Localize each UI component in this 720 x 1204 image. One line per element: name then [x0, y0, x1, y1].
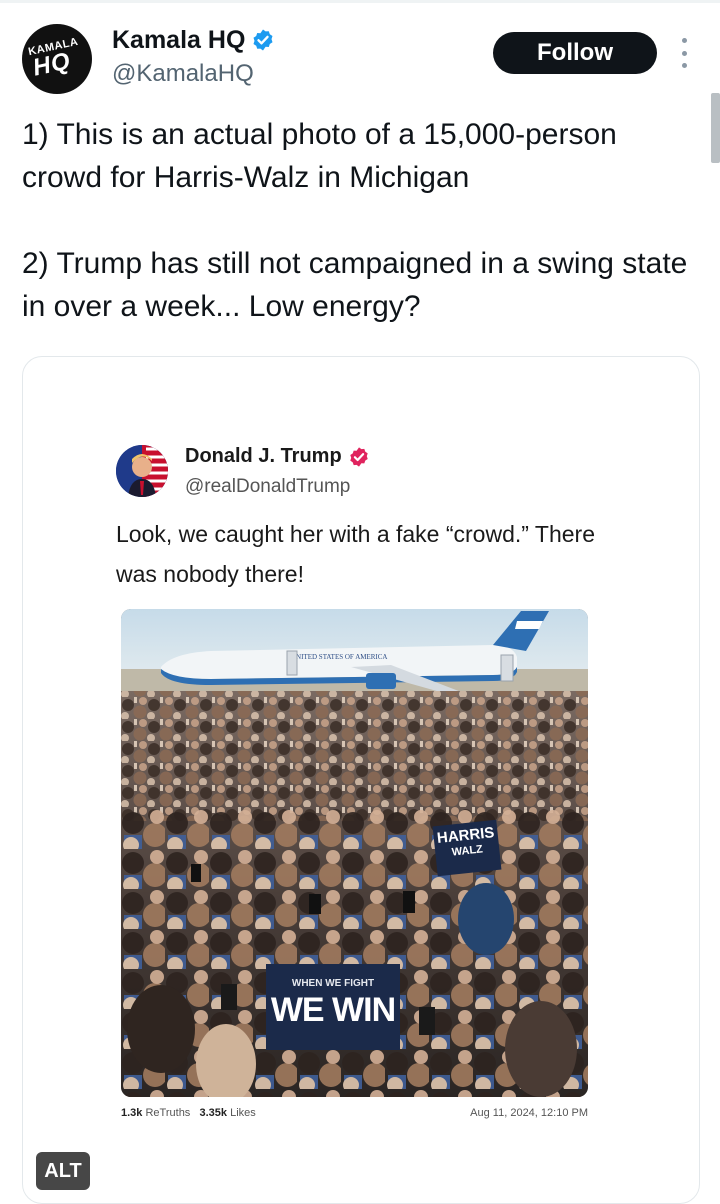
likes-label: Likes — [230, 1107, 256, 1119]
embedded-author-name-row: Donald J. Trump — [185, 445, 370, 468]
tweet-text: 1) This is an actual photo of a 15,000-p… — [22, 113, 702, 328]
more-options-icon[interactable] — [677, 38, 691, 68]
embedded-author-handle: @realDonaldTrump — [185, 476, 351, 497]
author-handle[interactable]: @KamalaHQ — [112, 60, 254, 88]
harris-walz-sign: HARRIS WALZ — [432, 819, 502, 877]
tweet-paragraph-2: 2) Trump has still not campaigned in a s… — [22, 247, 688, 323]
sign-we-win: WE WIN — [270, 991, 396, 1029]
author-avatar[interactable]: KAMALA HQ — [22, 24, 92, 94]
embedded-author-name: Donald J. Trump — [185, 445, 342, 467]
embedded-post-timestamp: Aug 11, 2024, 12:10 PM — [470, 1107, 588, 1119]
portrait-icon — [116, 445, 168, 497]
crowd-photo: UNITED STATES OF AMERICA HARRIS WALZ WHE… — [121, 609, 588, 1097]
top-divider — [0, 0, 720, 3]
embedded-author-avatar — [116, 445, 168, 497]
follow-button[interactable]: Follow — [493, 32, 657, 74]
when-we-fight-sign: WHEN WE FIGHT WE WIN — [266, 964, 400, 1050]
truth-verified-icon — [349, 446, 368, 467]
author-name-row[interactable]: Kamala HQ — [112, 24, 275, 56]
scrollbar[interactable] — [711, 93, 720, 163]
verified-badge-icon — [253, 29, 273, 51]
alt-text-badge[interactable]: ALT — [36, 1152, 90, 1190]
embedded-post-stats: 1.3k ReTruths 3.35k Likes — [121, 1107, 256, 1119]
embedded-post-text: Look, we caught her with a fake “crowd.”… — [116, 521, 595, 587]
sign-when-we-fight: WHEN WE FIGHT — [291, 978, 375, 989]
embedded-screenshot[interactable]: Donald J. Trump @realDonaldTrump Look, w… — [22, 356, 700, 1204]
likes-count: 3.35k — [199, 1107, 228, 1119]
plane-lettering: UNITED STATES OF AMERICA — [291, 653, 387, 661]
author-display-name[interactable]: Kamala HQ — [112, 26, 245, 55]
retruths-count: 1.3k — [121, 1107, 143, 1119]
retruths-label: ReTruths — [145, 1107, 191, 1119]
tweet-paragraph-1: 1) This is an actual photo of a 15,000-p… — [22, 118, 617, 194]
